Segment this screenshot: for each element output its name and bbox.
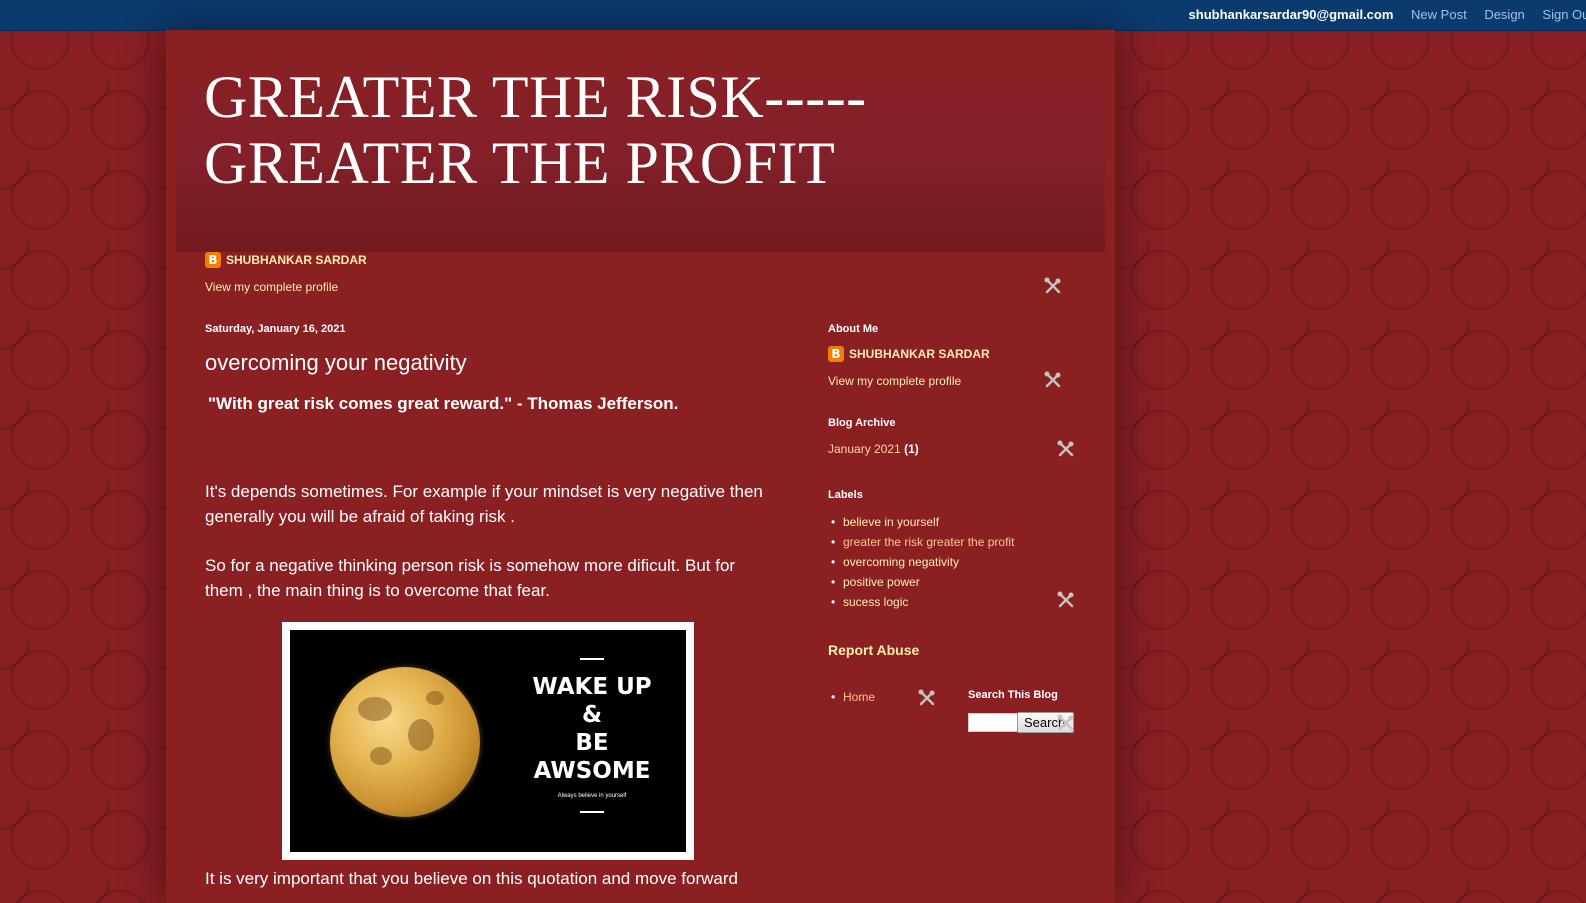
label-link[interactable]: overcoming negativity — [843, 555, 959, 569]
image-text-line: BE — [575, 730, 609, 756]
view-profile-link[interactable]: View my complete profile — [205, 280, 338, 294]
post-title[interactable]: overcoming your negativity — [205, 350, 467, 376]
view-profile-link[interactable]: View my complete profile — [828, 374, 961, 388]
edit-widget-icon[interactable] — [1043, 370, 1063, 390]
post-image[interactable]: WAKE UP & BE AWSOME Always believe in yo… — [282, 622, 694, 860]
edit-widget-icon[interactable] — [1043, 276, 1063, 296]
pages-list: Home — [828, 690, 875, 704]
home-link[interactable]: Home — [843, 690, 875, 704]
report-abuse-link[interactable]: Report Abuse — [828, 642, 919, 658]
blogger-navbar: shubhankarsardar90@gmail.com New Post De… — [0, 0, 1586, 31]
list-item: sucess logic — [831, 592, 1014, 612]
profile-name-link[interactable]: SHUBHANKAR SARDAR — [226, 253, 367, 267]
blog-title-line2: GREATER THE PROFIT — [204, 130, 836, 196]
post-paragraph: It's depends sometimes. For example if y… — [205, 482, 763, 526]
image-text-line: & — [581, 702, 603, 728]
post-paragraph: So for a negative thinking person risk i… — [205, 556, 736, 600]
image-text-line: AWSOME — [533, 758, 651, 784]
blog-archive-heading: Blog Archive — [828, 417, 896, 429]
label-link[interactable]: believe in yourself — [843, 515, 939, 529]
post-quote: "With great risk comes great reward." - … — [208, 394, 679, 413]
labels-heading: Labels — [828, 489, 863, 501]
image-dash — [580, 658, 604, 660]
image-caption: Always believe in yourself — [557, 793, 627, 799]
post-date-header: Saturday, January 16, 2021 — [205, 323, 346, 335]
label-link[interactable]: positive power — [843, 575, 920, 589]
edit-widget-icon[interactable] — [917, 688, 937, 708]
list-item: believe in yourself — [831, 512, 1014, 532]
list-item: overcoming negativity — [831, 552, 1014, 572]
label-link[interactable]: greater the risk greater the profit — [843, 535, 1014, 549]
profile-widget-top: B SHUBHANKAR SARDAR View my complete prof… — [205, 251, 367, 294]
blog-title[interactable]: GREATER THE RISK----- GREATER THE PROFIT — [204, 64, 1064, 196]
blog-header: GREATER THE RISK----- GREATER THE PROFIT — [176, 30, 1105, 252]
image-dash — [580, 811, 604, 813]
blogger-icon: B — [828, 345, 844, 362]
design-link[interactable]: Design — [1484, 7, 1524, 22]
list-item: greater the risk greater the profit — [831, 532, 1014, 552]
about-me-heading: About Me — [828, 323, 879, 335]
moon-crater — [408, 719, 434, 751]
sign-out-link[interactable]: Sign Out — [1542, 7, 1586, 22]
profile-name-link[interactable]: SHUBHANKAR SARDAR — [849, 347, 990, 361]
moon-crater — [358, 697, 392, 721]
list-item: Home — [831, 690, 875, 704]
archive-count: (1) — [904, 442, 919, 456]
search-input[interactable] — [968, 713, 1019, 732]
edit-widget-icon[interactable] — [1056, 439, 1076, 459]
labels-list: believe in yourself greater the risk gre… — [828, 512, 1014, 612]
image-text: WAKE UP & BE AWSOME Always believe in yo… — [522, 658, 662, 813]
navbar-links: shubhankarsardar90@gmail.com New Post De… — [1189, 7, 1586, 22]
image-text-line: WAKE UP — [532, 674, 652, 700]
search-blog-heading: Search This Blog — [968, 689, 1058, 701]
blogger-icon: B — [205, 251, 221, 268]
label-link[interactable]: sucess logic — [843, 595, 908, 609]
about-view-profile: View my complete profile — [828, 372, 961, 390]
list-item: positive power — [831, 572, 1014, 592]
moon-crater — [370, 747, 392, 765]
new-post-link[interactable]: New Post — [1411, 7, 1467, 22]
archive-entry: January 2021 (1) — [828, 442, 919, 456]
edit-widget-icon[interactable] — [1056, 590, 1076, 610]
wake-up-image: WAKE UP & BE AWSOME Always believe in yo… — [290, 630, 686, 852]
moon-crater — [426, 691, 444, 705]
blog-title-line1: GREATER THE RISK----- — [204, 64, 867, 130]
account-email: shubhankarsardar90@gmail.com — [1188, 7, 1394, 22]
about-profile-name: B SHUBHANKAR SARDAR — [828, 345, 990, 363]
blog-content-wrapper: GREATER THE RISK----- GREATER THE PROFIT… — [166, 30, 1115, 903]
post-paragraph: It is very important that you believe on… — [205, 869, 738, 888]
moon-graphic — [330, 667, 480, 817]
edit-widget-icon[interactable] — [1056, 713, 1076, 733]
archive-month-link[interactable]: January 2021 — [828, 442, 901, 456]
